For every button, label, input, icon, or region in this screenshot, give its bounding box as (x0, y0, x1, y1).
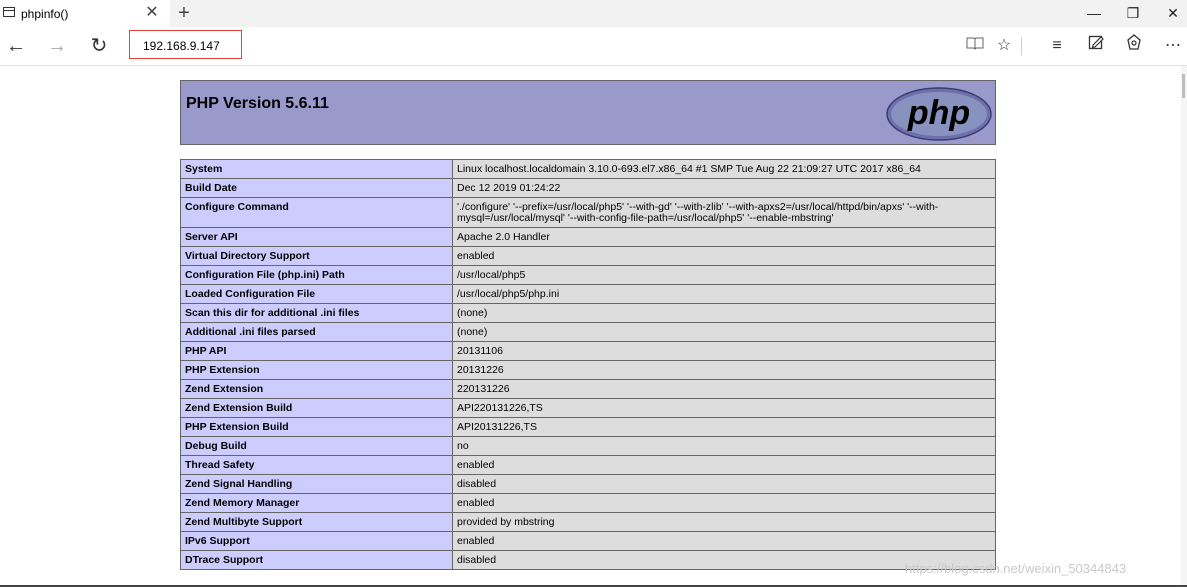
minimize-button[interactable]: — (1075, 0, 1113, 27)
tab-strip: phpinfo() ✕ + — ❐ ✕ (0, 0, 1187, 27)
row-key: Zend Signal Handling (180, 474, 453, 494)
row-value: 20131106 (452, 341, 996, 361)
table-row: PHP API 20131106 (180, 341, 996, 361)
row-value: enabled (452, 531, 996, 551)
pen-icon (1088, 35, 1104, 50)
row-key: Server API (180, 227, 453, 247)
table-row: Zend Signal Handling disabled (180, 474, 996, 494)
table-row: PHP Extension 20131226 (180, 360, 996, 380)
row-value: /usr/local/php5/php.ini (452, 284, 996, 304)
tab-phpinfo[interactable]: phpinfo() ✕ (0, 0, 170, 27)
table-row: Build Date Dec 12 2019 01:24:22 (180, 178, 996, 198)
row-key: IPv6 Support (180, 531, 453, 551)
row-key: Zend Extension (180, 379, 453, 399)
row-value: /usr/local/php5 (452, 265, 996, 285)
favorite-star-icon[interactable]: ☆ (991, 33, 1017, 59)
row-key: PHP Extension (180, 360, 453, 380)
row-value: Apache 2.0 Handler (452, 227, 996, 247)
page-title: PHP Version 5.6.11 (186, 95, 329, 112)
web-note-icon[interactable] (1083, 33, 1109, 59)
watermark: https://blog.csdn.net/weixin_50344843 (905, 561, 1127, 576)
scrollbar-thumb[interactable] (1182, 74, 1185, 98)
row-value: enabled (452, 493, 996, 513)
row-key: PHP Extension Build (180, 417, 453, 437)
row-value: provided by mbstring (452, 512, 996, 532)
row-value: 220131226 (452, 379, 996, 399)
more-icon[interactable]: ⋯ (1160, 33, 1186, 59)
table-row: Additional .ini files parsed (none) (180, 322, 996, 342)
php-logo-icon[interactable]: php (886, 87, 992, 141)
row-key: Zend Extension Build (180, 398, 453, 418)
table-row: Zend Memory Manager enabled (180, 493, 996, 513)
back-button[interactable]: ← (2, 33, 30, 59)
row-value: disabled (452, 474, 996, 494)
row-key: Virtual Directory Support (180, 246, 453, 266)
row-value: enabled (452, 246, 996, 266)
row-key: Build Date (180, 178, 453, 198)
table-row: Scan this dir for additional .ini files(… (180, 303, 996, 323)
address-text: 192.168.9.147 (143, 39, 220, 53)
row-key: Configuration File (php.ini) Path (180, 265, 453, 285)
table-row: PHP Extension Build API20131226,TS (180, 417, 996, 437)
row-value: no (452, 436, 996, 456)
close-window-button[interactable]: ✕ (1154, 0, 1187, 27)
row-value: enabled (452, 455, 996, 475)
tab-title: phpinfo() (21, 7, 69, 21)
share-icon[interactable] (1121, 33, 1147, 59)
row-key: Loaded Configuration File (180, 284, 453, 304)
address-bar[interactable]: 192.168.9.147 (129, 30, 242, 59)
logo-text: php (907, 94, 970, 132)
toolbar-divider (1021, 37, 1022, 55)
table-row: DTrace Support disabled (180, 550, 996, 570)
table-row: Virtual Directory Support enabled (180, 246, 996, 266)
book-icon (966, 37, 984, 50)
row-key: Zend Multibyte Support (180, 512, 453, 532)
navigation-bar: ← → ↻ 192.168.9.147 ☆ ≡ ⋯ (0, 27, 1187, 66)
row-value: Dec 12 2019 01:24:22 (452, 178, 996, 198)
row-value: API220131226,TS (452, 398, 996, 418)
row-value: './configure' '--prefix=/usr/local/php5'… (452, 197, 996, 228)
row-value: Linux localhost.localdomain 3.10.0-693.e… (452, 159, 996, 179)
row-key: DTrace Support (180, 550, 453, 570)
row-key: Scan this dir for additional .ini files (180, 303, 453, 323)
forward-button[interactable]: → (43, 33, 71, 59)
table-row: Configuration File (php.ini) Path/usr/lo… (180, 265, 996, 285)
table-row: Configure Command './configure' '--prefix… (180, 197, 996, 228)
row-key: System (180, 159, 453, 179)
php-info-table: System Linux localhost.localdomain 3.10.0… (180, 159, 996, 570)
new-tab-button[interactable]: + (174, 1, 194, 25)
row-key: PHP API (180, 341, 453, 361)
row-value: 20131226 (452, 360, 996, 380)
row-value: API20131226,TS (452, 417, 996, 437)
table-row: System Linux localhost.localdomain 3.10.0… (180, 159, 996, 179)
table-row: Debug Build no (180, 436, 996, 456)
table-row: Zend Extension Build API220131226,TS (180, 398, 996, 418)
hub-icon[interactable]: ≡ (1044, 33, 1070, 59)
vertical-scrollbar[interactable] (1181, 66, 1187, 587)
table-row: Zend Multibyte Support provided by mbstri… (180, 512, 996, 532)
row-key: Additional .ini files parsed (180, 322, 453, 342)
restore-button[interactable]: ❐ (1114, 0, 1152, 27)
table-row: Loaded Configuration File/usr/local/php5… (180, 284, 996, 304)
refresh-button[interactable]: ↻ (85, 33, 113, 59)
row-key: Debug Build (180, 436, 453, 456)
table-row: Server API Apache 2.0 Handler (180, 227, 996, 247)
table-row: Zend Extension 220131226 (180, 379, 996, 399)
php-version-header: PHP Version 5.6.11 php (180, 80, 996, 145)
table-row: Thread Safety enabled (180, 455, 996, 475)
reading-view-icon[interactable] (962, 33, 988, 59)
page-icon (3, 7, 15, 17)
row-value: (none) (452, 303, 996, 323)
cortana-icon (1127, 34, 1141, 50)
row-key: Configure Command (180, 197, 453, 228)
close-tab-icon[interactable]: ✕ (143, 3, 161, 23)
row-value: (none) (452, 322, 996, 342)
row-key: Zend Memory Manager (180, 493, 453, 513)
row-key: Thread Safety (180, 455, 453, 475)
table-row: IPv6 Support enabled (180, 531, 996, 551)
